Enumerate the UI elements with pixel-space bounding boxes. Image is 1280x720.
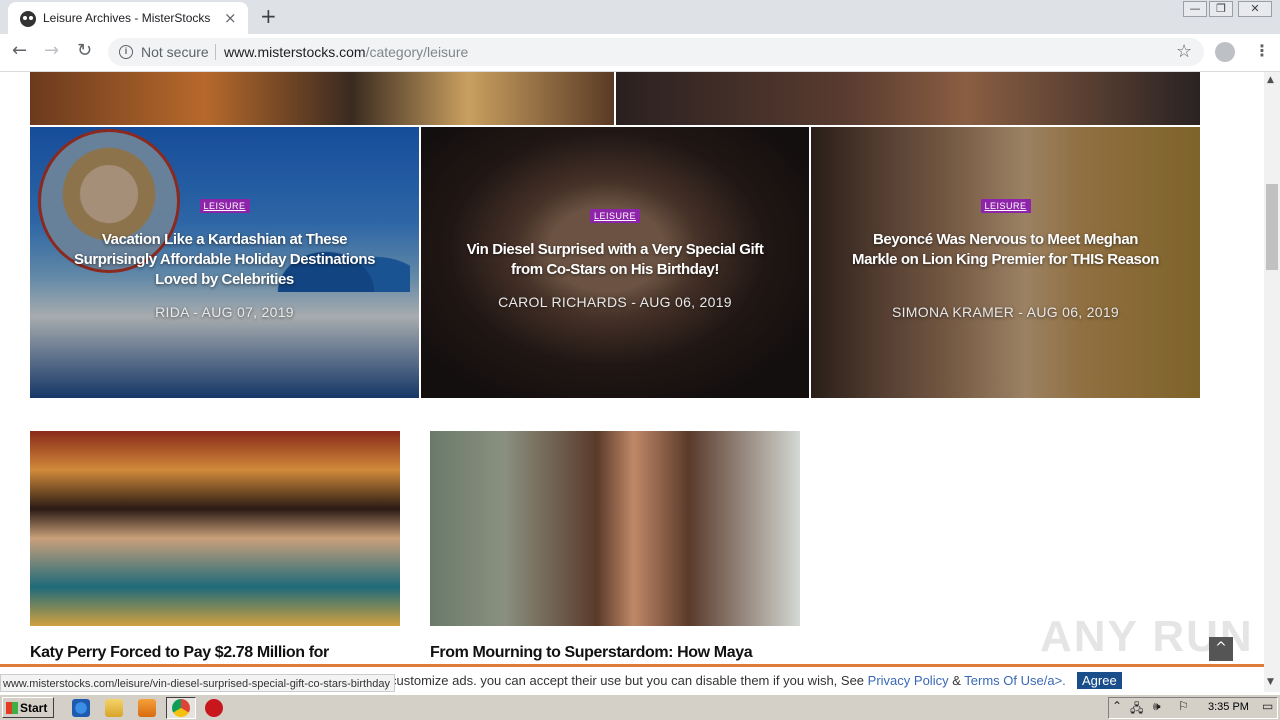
featured-card[interactable]: LEISURE Vacation Like a Kardashian at Th… (30, 127, 419, 398)
hero-image-right[interactable] (616, 72, 1200, 125)
back-arrow-icon[interactable]: ← (12, 40, 27, 61)
url-text[interactable]: www.misterstocks.com/category/leisure (224, 44, 468, 60)
scroll-to-top-button[interactable]: ^ (1209, 637, 1233, 661)
minimize-button[interactable]: — (1183, 1, 1207, 17)
close-window-button[interactable]: ✕ (1238, 1, 1272, 17)
chrome-icon (172, 699, 190, 717)
address-bar[interactable]: i Not secure www.misterstocks.com/catego… (108, 38, 1204, 66)
hero-image-left[interactable] (30, 72, 614, 125)
agree-button[interactable]: Agree (1077, 672, 1122, 689)
stop-icon[interactable] (205, 699, 223, 717)
post-title[interactable]: From Mourning to Superstardom: How Maya (430, 644, 753, 662)
category-badge[interactable]: LEISURE (199, 199, 250, 213)
category-badge[interactable]: LEISURE (589, 209, 641, 223)
info-icon[interactable]: i (119, 45, 133, 59)
action-center-flag-icon[interactable]: ⚐ (1178, 699, 1189, 713)
restore-button[interactable]: ❐ (1209, 1, 1233, 17)
featured-card[interactable]: LEISURE Vin Diesel Surprised with a Very… (421, 127, 809, 398)
status-bar-url: www.misterstocks.com/leisure/vin-diesel-… (0, 674, 395, 692)
new-tab-button[interactable]: + (260, 4, 277, 28)
windows-taskbar: Start ⌃ 🖧 🕪 ⚐ 3:35 PM ▭ (0, 694, 1280, 720)
reload-icon[interactable]: ↻ (77, 40, 92, 61)
vertical-scrollbar[interactable]: ▲ ▼ (1264, 72, 1280, 692)
featured-card[interactable]: LEISURE Beyoncé Was Nervous to Meet Megh… (811, 127, 1200, 398)
chrome-taskbar-button[interactable] (166, 697, 196, 719)
featured-meta: SIMONA KRAMER - AUG 06, 2019 (891, 304, 1120, 320)
post-image-katy-perry[interactable] (30, 431, 400, 626)
cookie-text: customize ads. you can accept their use … (390, 673, 1066, 688)
forward-arrow-icon[interactable]: → (44, 40, 59, 61)
scrollbar-thumb[interactable] (1266, 184, 1278, 270)
network-icon[interactable]: 🖧 (1130, 699, 1143, 720)
internet-explorer-icon[interactable] (72, 699, 90, 717)
folder-icon[interactable] (105, 699, 123, 717)
show-desktop-icon[interactable]: ▭ (1262, 699, 1273, 713)
scroll-down-arrow-icon[interactable]: ▼ (1267, 677, 1274, 687)
start-button[interactable]: Start (2, 697, 54, 718)
chrome-menu-icon[interactable]: ⋮ (1254, 41, 1270, 60)
page-content: LEISURE Vacation Like a Kardashian at Th… (0, 72, 1264, 664)
site-favicon-icon (20, 11, 36, 27)
tab-title: Leisure Archives - MisterStocks (43, 11, 211, 25)
windows-logo-icon (6, 702, 18, 714)
terms-link[interactable]: Terms Of Use/a>. (964, 673, 1066, 688)
featured-meta: CAROL RICHARDS - AUG 06, 2019 (498, 294, 732, 310)
browser-toolbar: ← → ↻ i Not secure www.misterstocks.com/… (0, 34, 1280, 72)
tab-close-icon[interactable]: × (224, 9, 237, 27)
media-player-icon[interactable] (138, 699, 156, 717)
category-badge[interactable]: LEISURE (980, 199, 1031, 213)
tray-expand-icon[interactable]: ⌃ (1112, 699, 1122, 713)
featured-title[interactable]: Vin Diesel Surprised with a Very Special… (461, 240, 769, 280)
volume-icon[interactable]: 🕪 (1153, 699, 1161, 714)
scroll-up-arrow-icon[interactable]: ▲ (1267, 75, 1274, 85)
security-label[interactable]: Not secure (141, 44, 209, 60)
cookie-amp: & (952, 673, 961, 688)
tab-leisure-archives[interactable]: Leisure Archives - MisterStocks × (8, 2, 248, 34)
featured-title[interactable]: Vacation Like a Kardashian at These Surp… (70, 230, 379, 290)
featured-meta: RIDA - AUG 07, 2019 (155, 304, 294, 320)
profile-avatar-icon[interactable] (1215, 42, 1235, 62)
url-path: /category/leisure (365, 44, 469, 60)
post-image-maya-rudolph[interactable] (430, 431, 800, 626)
taskbar-clock[interactable]: 3:35 PM (1208, 701, 1249, 713)
cookie-message: customize ads. you can accept their use … (390, 673, 865, 688)
featured-title[interactable]: Beyoncé Was Nervous to Meet Meghan Markl… (851, 230, 1160, 270)
bookmark-star-icon[interactable]: ☆ (1176, 41, 1192, 62)
start-label: Start (20, 701, 48, 715)
omnibox-divider (215, 44, 216, 60)
tab-strip: Leisure Archives - MisterStocks × + — ❐ … (0, 0, 1280, 34)
privacy-policy-link[interactable]: Privacy Policy (868, 673, 949, 688)
post-title[interactable]: Katy Perry Forced to Pay $2.78 Million f… (30, 644, 329, 662)
url-host: www.misterstocks.com (224, 44, 366, 60)
